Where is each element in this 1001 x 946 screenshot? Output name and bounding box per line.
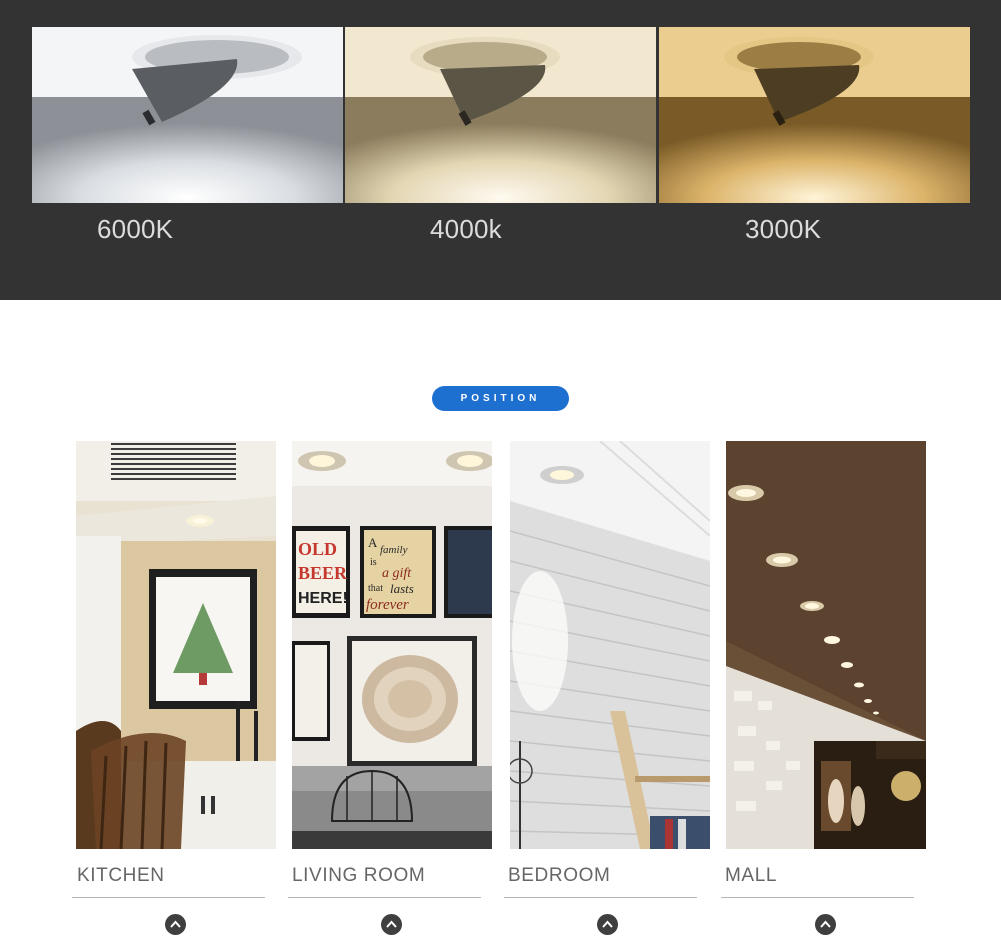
temp-panel-6000k xyxy=(32,27,343,203)
sign-text-line: that xyxy=(368,583,383,594)
sign-text-line: family xyxy=(380,544,408,556)
bedroom-photo xyxy=(510,441,710,849)
room-label-kitchen: KITCHEN xyxy=(77,865,165,886)
divider xyxy=(721,897,914,898)
sign-text-line: is xyxy=(370,557,377,568)
chevron-up-icon[interactable] xyxy=(165,914,186,935)
temp-panel-3000k xyxy=(659,27,970,203)
divider xyxy=(288,897,481,898)
sign-text-line: forever xyxy=(366,597,409,613)
temp-label-3000k: 3000K xyxy=(745,214,822,244)
room-label-living-room: LIVING ROOM xyxy=(292,865,426,886)
chevron-up-icon[interactable] xyxy=(597,914,618,935)
sign-text-line: A xyxy=(368,535,378,550)
mall-photo xyxy=(726,441,926,849)
living-room-photo: OLD BEER HERE! A family is a gift that l… xyxy=(292,441,492,849)
chevron-up-icon[interactable] xyxy=(815,914,836,935)
divider xyxy=(504,897,697,898)
sign-text-line: a gift xyxy=(382,566,412,581)
divider xyxy=(72,897,265,898)
poster-text-line: HERE! xyxy=(298,590,348,607)
room-label-mall: MALL xyxy=(725,865,778,886)
sign-text-line: lasts xyxy=(390,581,414,596)
position-badge: POSITION xyxy=(432,386,569,411)
poster-text-line: BEER xyxy=(298,563,348,583)
chevron-up-icon[interactable] xyxy=(381,914,402,935)
temp-label-4000k: 4000k xyxy=(430,214,502,244)
room-label-bedroom: BEDROOM xyxy=(508,865,611,886)
poster-text-line: OLD xyxy=(298,539,337,559)
temp-label-6000k: 6000K xyxy=(97,214,174,244)
kitchen-photo xyxy=(76,441,276,849)
temp-panel-4000k xyxy=(345,27,656,203)
